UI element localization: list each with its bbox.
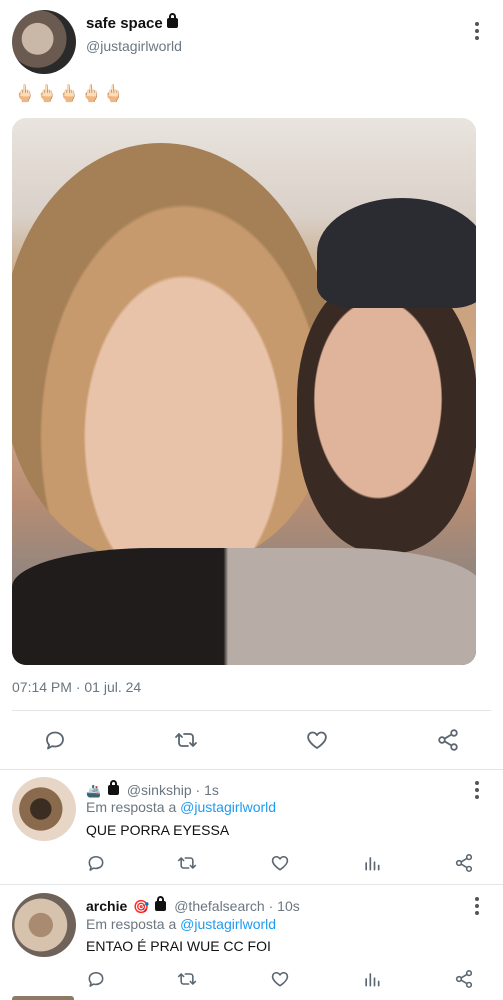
lock-icon xyxy=(155,896,167,911)
reply-icon xyxy=(46,731,64,750)
stats-button[interactable] xyxy=(362,853,382,873)
next-reply-avatar-peek[interactable] xyxy=(12,996,74,1000)
heart-icon xyxy=(271,971,289,987)
reply-text: QUE PORRA EYESSA xyxy=(86,822,230,838)
reply-label: Em resposta a xyxy=(86,916,181,932)
photo-person-left xyxy=(12,143,332,563)
divider xyxy=(0,884,503,885)
photo-clothing xyxy=(12,548,476,665)
photo-beanie xyxy=(317,198,476,308)
reply-button[interactable] xyxy=(43,728,67,752)
retweet-icon xyxy=(175,733,197,747)
like-button[interactable] xyxy=(270,969,290,989)
retweet-button[interactable] xyxy=(173,728,199,752)
reply-handle[interactable]: @sinkship xyxy=(127,782,192,798)
retweet-button[interactable] xyxy=(176,969,198,989)
reply-mention-link[interactable]: @justagirlworld xyxy=(180,799,276,815)
author-avatar[interactable] xyxy=(12,10,76,74)
reply-mention-link[interactable]: @justagirlworld xyxy=(180,916,276,932)
lock-icon xyxy=(107,780,119,795)
reply-header: 🚢 @sinkship · 1s xyxy=(86,780,219,798)
separator: · xyxy=(195,782,205,798)
target-emoji: 🎯 xyxy=(133,899,150,914)
reply-age[interactable]: 1s xyxy=(204,782,219,798)
reply-context: Em resposta a @justagirlworld xyxy=(86,799,276,815)
author-display-name[interactable]: safe space xyxy=(86,13,178,32)
stats-icon xyxy=(365,973,380,987)
reply-display-name[interactable]: archie xyxy=(86,898,127,914)
reply-header: archie 🎯 @thefalsearch · 10s xyxy=(86,896,300,915)
share-icon xyxy=(455,970,473,988)
reply-label: Em resposta a xyxy=(86,799,181,815)
divider xyxy=(0,769,503,770)
reply-icon xyxy=(88,971,104,987)
author-handle[interactable]: @justagirlworld xyxy=(86,38,182,54)
share-icon xyxy=(455,854,473,872)
like-button[interactable] xyxy=(305,728,329,752)
more-vertical-icon[interactable] xyxy=(474,22,480,42)
separator: · xyxy=(268,898,278,914)
heart-icon xyxy=(271,855,289,871)
more-vertical-icon[interactable] xyxy=(474,781,480,801)
retweet-button[interactable] xyxy=(176,853,198,873)
retweet-icon xyxy=(177,973,197,985)
post-text: 🖕🏻🖕🏻🖕🏻🖕🏻🖕🏻 xyxy=(14,84,125,103)
heart-icon xyxy=(307,731,327,749)
share-icon xyxy=(438,729,458,751)
reply-icon xyxy=(88,855,104,871)
reply-avatar[interactable] xyxy=(12,777,76,841)
lock-icon xyxy=(166,13,178,28)
share-button[interactable] xyxy=(436,728,460,752)
reply-text: ENTAO É PRAI WUE CC FOI xyxy=(86,938,271,954)
reply-button[interactable] xyxy=(86,853,106,873)
more-vertical-icon[interactable] xyxy=(474,897,480,917)
divider xyxy=(12,710,491,711)
photo-person-right xyxy=(297,273,476,553)
like-button[interactable] xyxy=(270,853,290,873)
post-image[interactable] xyxy=(12,118,476,665)
ship-emoji: 🚢 xyxy=(86,784,101,798)
reply-button[interactable] xyxy=(86,969,106,989)
retweet-icon xyxy=(177,857,197,869)
reply-handle[interactable]: @thefalsearch xyxy=(174,898,264,914)
share-button[interactable] xyxy=(454,969,474,989)
reply-avatar[interactable] xyxy=(12,893,76,957)
author-name-text: safe space xyxy=(86,15,163,32)
post-timestamp[interactable]: 07:14 PM · 01 jul. 24 xyxy=(12,679,141,695)
reply-age[interactable]: 10s xyxy=(277,898,300,914)
reply-context: Em resposta a @justagirlworld xyxy=(86,916,276,932)
stats-icon xyxy=(365,857,380,871)
share-button[interactable] xyxy=(454,853,474,873)
stats-button[interactable] xyxy=(362,969,382,989)
